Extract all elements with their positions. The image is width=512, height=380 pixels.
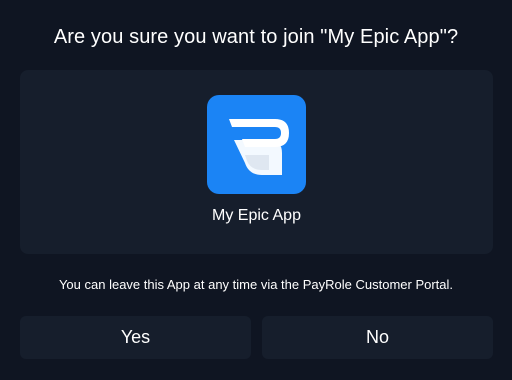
dialog-title: Are you sure you want to join "My Epic A… [53, 26, 459, 48]
app-name: My Epic App [212, 207, 301, 224]
join-app-dialog: Are you sure you want to join "My Epic A… [0, 0, 512, 380]
leave-notice: You can leave this App at any time via t… [58, 277, 454, 292]
app-card: My Epic App [20, 70, 493, 254]
app-logo-icon [207, 95, 306, 194]
no-button[interactable]: No [262, 316, 493, 359]
yes-button[interactable]: Yes [20, 316, 251, 359]
